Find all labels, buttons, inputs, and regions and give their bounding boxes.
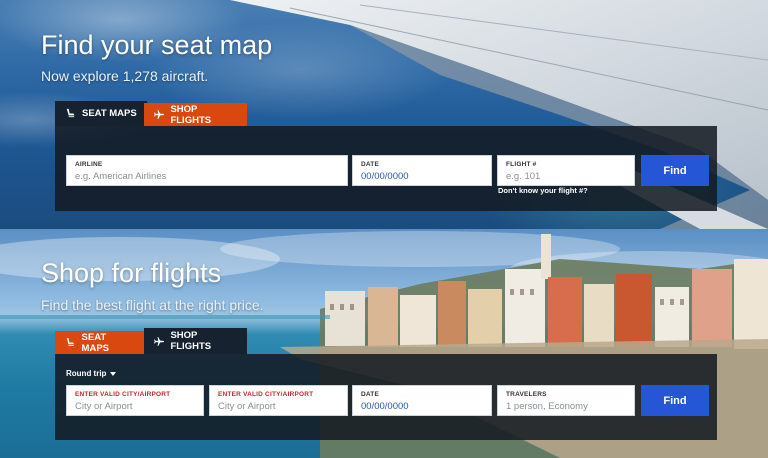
trip-type-label: Round trip [66,369,107,378]
travel-date-field[interactable]: DATE 00/00/0000 [352,385,492,416]
field-label: DATE [361,161,380,168]
field-label: ENTER VALID CITY/AIRPORT [75,391,171,398]
tab-shop-flights-2[interactable]: SHOP FLIGHTS [144,328,247,354]
page-subtitle: Now explore 1,278 aircraft. [41,68,209,84]
trip-type-select[interactable]: Round trip [66,369,117,378]
travelers-field[interactable]: TRAVELERS 1 person, Economy [497,385,635,416]
chevron-down-icon [110,371,117,376]
tab-label: SEAT MAPS [82,108,137,119]
field-label: ENTER VALID CITY/AIRPORT [218,391,314,398]
origin-input[interactable]: City or Airport [75,401,195,412]
origin-field[interactable]: ENTER VALID CITY/AIRPORT City or Airport [66,385,204,416]
travel-date-input[interactable]: 00/00/0000 [361,401,483,412]
seat-map-search-panel: AIRLINE e.g. American Airlines DATE 00/0… [55,126,717,211]
field-label: AIRLINE [75,161,103,168]
destination-field[interactable]: ENTER VALID CITY/AIRPORT City or Airport [209,385,348,416]
tab-shop-flights[interactable]: SHOP FLIGHTS [144,103,247,126]
airline-field[interactable]: AIRLINE e.g. American Airlines [66,155,348,186]
shop-flights-search-panel: Round trip ENTER VALID CITY/AIRPORT City… [55,354,717,440]
tab-seat-maps[interactable]: SEAT MAPS [55,101,147,126]
shop-section-title: Shop for flights [41,258,222,288]
find-flights-button[interactable]: Find [641,385,709,416]
plane-icon [154,336,164,346]
unknown-flight-link[interactable]: Don't know your flight #? [498,186,588,195]
seat-icon [66,338,74,347]
tab-seat-maps-2[interactable]: SEAT MAPS [55,331,144,354]
field-label: FLIGHT # [506,161,537,168]
airline-input[interactable]: e.g. American Airlines [75,171,339,182]
flight-number-field[interactable]: FLIGHT # e.g. 101 [497,155,635,186]
tab-label: SEAT MAPS [81,331,109,354]
tab-label: SHOP FLIGHTS [170,330,212,352]
page-title: Find your seat map [41,30,273,60]
tab-label: SHOP FLIGHTS [170,103,212,126]
plane-icon [154,110,164,119]
flight-number-input[interactable]: e.g. 101 [506,171,626,182]
travelers-select[interactable]: 1 person, Economy [506,401,626,412]
find-seat-map-button[interactable]: Find [641,155,709,186]
field-label: TRAVELERS [506,391,547,398]
destination-input[interactable]: City or Airport [218,401,339,412]
date-input[interactable]: 00/00/0000 [361,171,483,182]
seat-icon [66,108,75,118]
field-label: DATE [361,391,380,398]
date-field[interactable]: DATE 00/00/0000 [352,155,492,186]
shop-section-subtitle: Find the best flight at the right price. [41,297,264,313]
